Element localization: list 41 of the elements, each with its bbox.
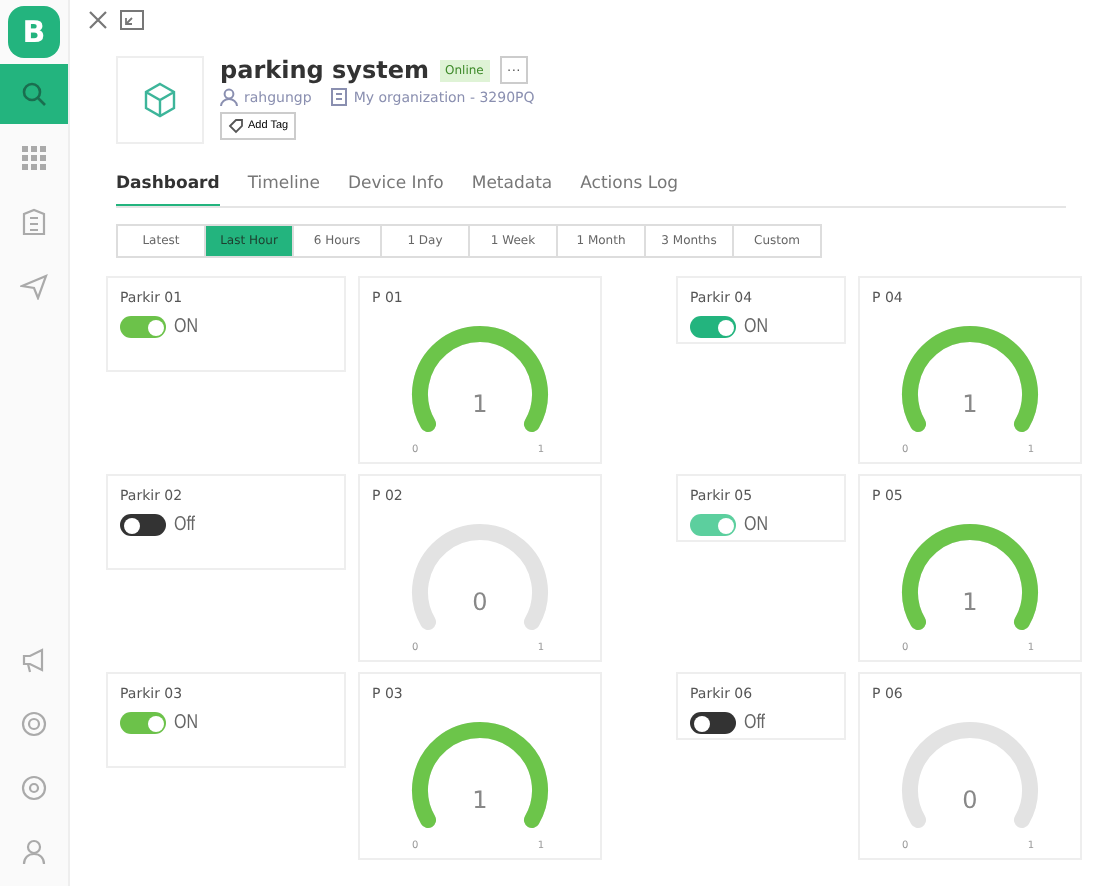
close-icon[interactable] [88, 10, 108, 30]
gauge-value: 1 [472, 786, 488, 814]
toggle-switch[interactable] [120, 712, 166, 734]
switch-state: Off [174, 514, 196, 536]
tab[interactable]: Timeline [247, 168, 320, 206]
gauge-value: 0 [962, 786, 978, 814]
switch-state: Off [744, 712, 766, 734]
gauge-value: 1 [962, 588, 978, 616]
user-icon [220, 88, 238, 106]
switch-state: ON [744, 316, 768, 338]
switch-state: ON [174, 316, 198, 338]
user-icon[interactable] [20, 838, 48, 866]
megaphone-icon[interactable] [20, 646, 48, 674]
toggle-switch[interactable] [120, 316, 166, 338]
tab[interactable]: Actions Log [580, 168, 679, 206]
gauge-value: 0 [472, 588, 488, 616]
gauge-arc [902, 524, 1038, 630]
switch-state: ON [174, 712, 198, 734]
tab[interactable]: Dashboard [116, 168, 220, 206]
gauge-arc [412, 722, 548, 828]
grid-icon[interactable] [20, 144, 48, 172]
gauge-arc [412, 524, 548, 630]
tab[interactable]: Metadata [471, 168, 553, 206]
gauge-value: 1 [472, 390, 488, 418]
gauge-arc [902, 722, 1038, 828]
switch-state: ON [744, 514, 768, 536]
tab[interactable]: Device Info [348, 168, 444, 206]
toggle-switch[interactable] [690, 712, 736, 734]
cube-icon [140, 80, 180, 120]
device-name: parking system [220, 56, 429, 84]
tag-icon [228, 118, 244, 134]
gauge-arc [902, 326, 1038, 432]
gauge-arc [412, 326, 548, 432]
search-icon[interactable] [20, 80, 48, 108]
send-icon[interactable] [20, 272, 48, 300]
toggle-switch[interactable] [120, 514, 166, 536]
toggle-switch[interactable] [690, 316, 736, 338]
expand-icon[interactable] [120, 10, 144, 30]
gauge-value: 1 [962, 390, 978, 418]
nav-item[interactable] [0, 64, 68, 124]
toggle-switch[interactable] [690, 514, 736, 536]
